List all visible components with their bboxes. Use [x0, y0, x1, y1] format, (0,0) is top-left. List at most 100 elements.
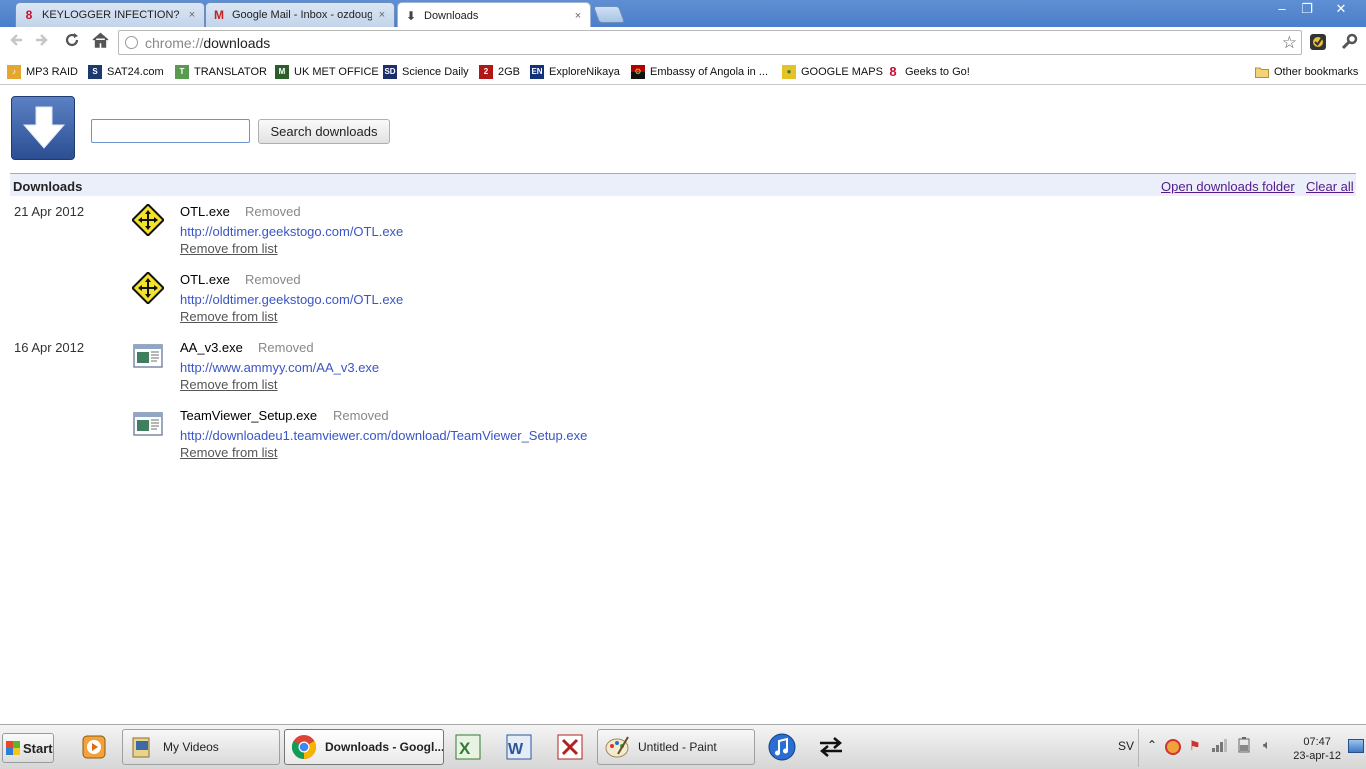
battery-icon[interactable]: [1237, 737, 1251, 756]
language-indicator[interactable]: SV: [1118, 739, 1134, 753]
downloads-section-header: Downloads Open downloads folder Clear al…: [10, 173, 1356, 196]
tab-gmail[interactable]: M Google Mail - Inbox - ozdoug5 ×: [205, 2, 395, 27]
show-hidden-icons-icon[interactable]: ⌃: [1147, 738, 1157, 752]
system-tray: ⌃ ⚑ 🔈︎ 07:47 23-apr-12: [1138, 729, 1366, 767]
downloads-logo-icon: [11, 96, 75, 160]
close-icon[interactable]: ×: [186, 9, 198, 21]
reload-icon[interactable]: [61, 32, 83, 54]
minimize-button[interactable]: –: [1269, 0, 1295, 18]
bookmark-translator[interactable]: T TRANSLATOR: [175, 63, 267, 80]
remove-from-list-link[interactable]: Remove from list: [180, 241, 278, 256]
other-bookmarks-folder[interactable]: Other bookmarks: [1255, 63, 1358, 80]
taskbar-item-chrome-downloads[interactable]: Downloads - Googl...: [284, 729, 444, 765]
start-label: Start: [23, 740, 53, 756]
download-filename[interactable]: AA_v3.exe: [180, 340, 243, 355]
open-downloads-folder-link[interactable]: Open downloads folder: [1161, 179, 1295, 194]
bookmark-geeks-to-go[interactable]: 8 Geeks to Go!: [886, 63, 969, 80]
download-date: 16 Apr 2012: [14, 340, 85, 355]
clock-time: 07:47: [1303, 736, 1331, 748]
bookmark-mp3-raid[interactable]: ♪ MP3 RAID: [7, 63, 78, 80]
maximize-button[interactable]: ❐: [1294, 0, 1320, 18]
folder-icon: [1255, 65, 1269, 79]
close-icon[interactable]: ×: [572, 10, 584, 22]
close-window-button[interactable]: ✕: [1328, 0, 1354, 18]
bookmark-label: Science Daily: [402, 65, 469, 78]
itunes-icon[interactable]: [766, 731, 798, 763]
angola-flag-icon: ⚙: [631, 64, 645, 79]
remove-from-list-link[interactable]: Remove from list: [180, 309, 278, 324]
bookmark-label: Other bookmarks: [1274, 65, 1359, 78]
start-button[interactable]: Start: [2, 733, 54, 763]
bookmark-uk-met-office[interactable]: M UK MET OFFICE: [275, 63, 379, 80]
back-arrow-icon[interactable]: [5, 32, 27, 54]
taskbar-item-label: Downloads - Googl...: [325, 740, 444, 754]
download-url-link[interactable]: http://www.ammyy.com/AA_v3.exe: [180, 360, 379, 375]
media-player-icon[interactable]: [78, 731, 110, 763]
bookmark-google-maps[interactable]: ● GOOGLE MAPS: [782, 63, 883, 80]
action-center-flag-icon[interactable]: ⚑: [1189, 738, 1201, 754]
bookmark-explorenikaya[interactable]: EN ExploreNikaya: [530, 63, 620, 80]
remove-from-list-link[interactable]: Remove from list: [180, 445, 278, 460]
download-url-link[interactable]: http://oldtimer.geekstogo.com/OTL.exe: [180, 224, 403, 239]
bookmark-label: Embassy of Angola in ...: [650, 65, 769, 78]
bookmark-star-icon[interactable]: ☆: [1282, 33, 1297, 53]
gmail-icon: M: [214, 8, 224, 22]
forward-arrow-icon[interactable]: [31, 32, 53, 54]
bookmark-label: SAT24.com: [107, 65, 164, 78]
bookmark-sat24[interactable]: S SAT24.com: [88, 63, 164, 80]
remove-from-list-link[interactable]: Remove from list: [180, 377, 278, 392]
antivirus-icon[interactable]: [1165, 739, 1181, 755]
clock[interactable]: 07:47 23-apr-12: [1293, 735, 1341, 763]
taskbar-item-paint[interactable]: Untitled - Paint: [597, 729, 755, 765]
bookmarks-bar: ♪ MP3 RAID S SAT24.com T TRANSLATOR M UK…: [0, 59, 1366, 85]
clear-all-link[interactable]: Clear all: [1306, 179, 1354, 194]
satellite-icon: S: [88, 64, 102, 79]
bookmark-science-daily[interactable]: SD Science Daily: [383, 63, 469, 80]
volume-icon[interactable]: 🔈︎: [1263, 737, 1271, 753]
clock-date: 23-apr-12: [1293, 750, 1341, 762]
taskbar-item-label: Untitled - Paint: [638, 740, 717, 754]
search-downloads-button[interactable]: Search downloads: [258, 119, 390, 144]
section-title: Downloads: [13, 179, 83, 194]
home-icon[interactable]: [89, 32, 111, 54]
tab-keylogger[interactable]: 8 KEYLOGGER INFECTION? M'SO ×: [15, 2, 205, 27]
bookmark-label: 2GB: [498, 65, 521, 78]
search-downloads-input[interactable]: [91, 119, 250, 143]
paint-icon: [604, 734, 630, 760]
close-icon[interactable]: ×: [376, 9, 388, 21]
otl-icon: [132, 272, 164, 304]
generic-exe-icon: [133, 412, 163, 436]
excel-icon[interactable]: X: [452, 731, 484, 763]
download-filename[interactable]: OTL.exe: [180, 204, 230, 219]
download-url-link[interactable]: http://downloadeu1.teamviewer.com/downlo…: [180, 428, 587, 443]
switch-arrows-icon[interactable]: [815, 731, 847, 763]
bookmark-label: ExploreNikaya: [549, 65, 620, 78]
music-note-icon: ♪: [7, 64, 21, 79]
browser-toolbar: chrome://downloads ☆: [0, 27, 1366, 60]
bookmark-label: UK MET OFFICE: [294, 65, 379, 78]
show-desktop-icon[interactable]: [1348, 739, 1364, 753]
bookmark-embassy-angola[interactable]: ⚙ Embassy of Angola in ...: [631, 63, 768, 80]
download-status: Removed: [245, 204, 301, 219]
bookmark-label: TRANSLATOR: [194, 65, 267, 78]
taskbar-item-my-videos[interactable]: My Videos: [122, 729, 280, 765]
met-office-icon: M: [275, 64, 289, 79]
translator-icon: T: [175, 64, 189, 79]
word-icon[interactable]: W: [503, 731, 535, 763]
address-bar[interactable]: chrome://downloads ☆: [118, 30, 1302, 55]
download-status: Removed: [245, 272, 301, 287]
taskbar: Start My Videos Downloads - Googl... X W: [0, 724, 1366, 769]
extension-icon[interactable]: [1308, 33, 1328, 53]
pdf-reader-icon[interactable]: [554, 731, 586, 763]
download-filename[interactable]: OTL.exe: [180, 272, 230, 287]
svg-text:W: W: [508, 741, 524, 758]
network-signal-icon[interactable]: [1211, 737, 1227, 756]
download-url-link[interactable]: http://oldtimer.geekstogo.com/OTL.exe: [180, 292, 403, 307]
svg-text:X: X: [459, 739, 471, 758]
bookmark-2gb[interactable]: 2 2GB: [479, 63, 520, 80]
tab-title: Downloads: [424, 9, 479, 22]
new-tab-button[interactable]: [592, 6, 626, 23]
download-filename[interactable]: TeamViewer_Setup.exe: [180, 408, 317, 423]
tab-downloads[interactable]: ⬇ Downloads ×: [397, 2, 591, 28]
wrench-icon[interactable]: [1339, 33, 1359, 53]
